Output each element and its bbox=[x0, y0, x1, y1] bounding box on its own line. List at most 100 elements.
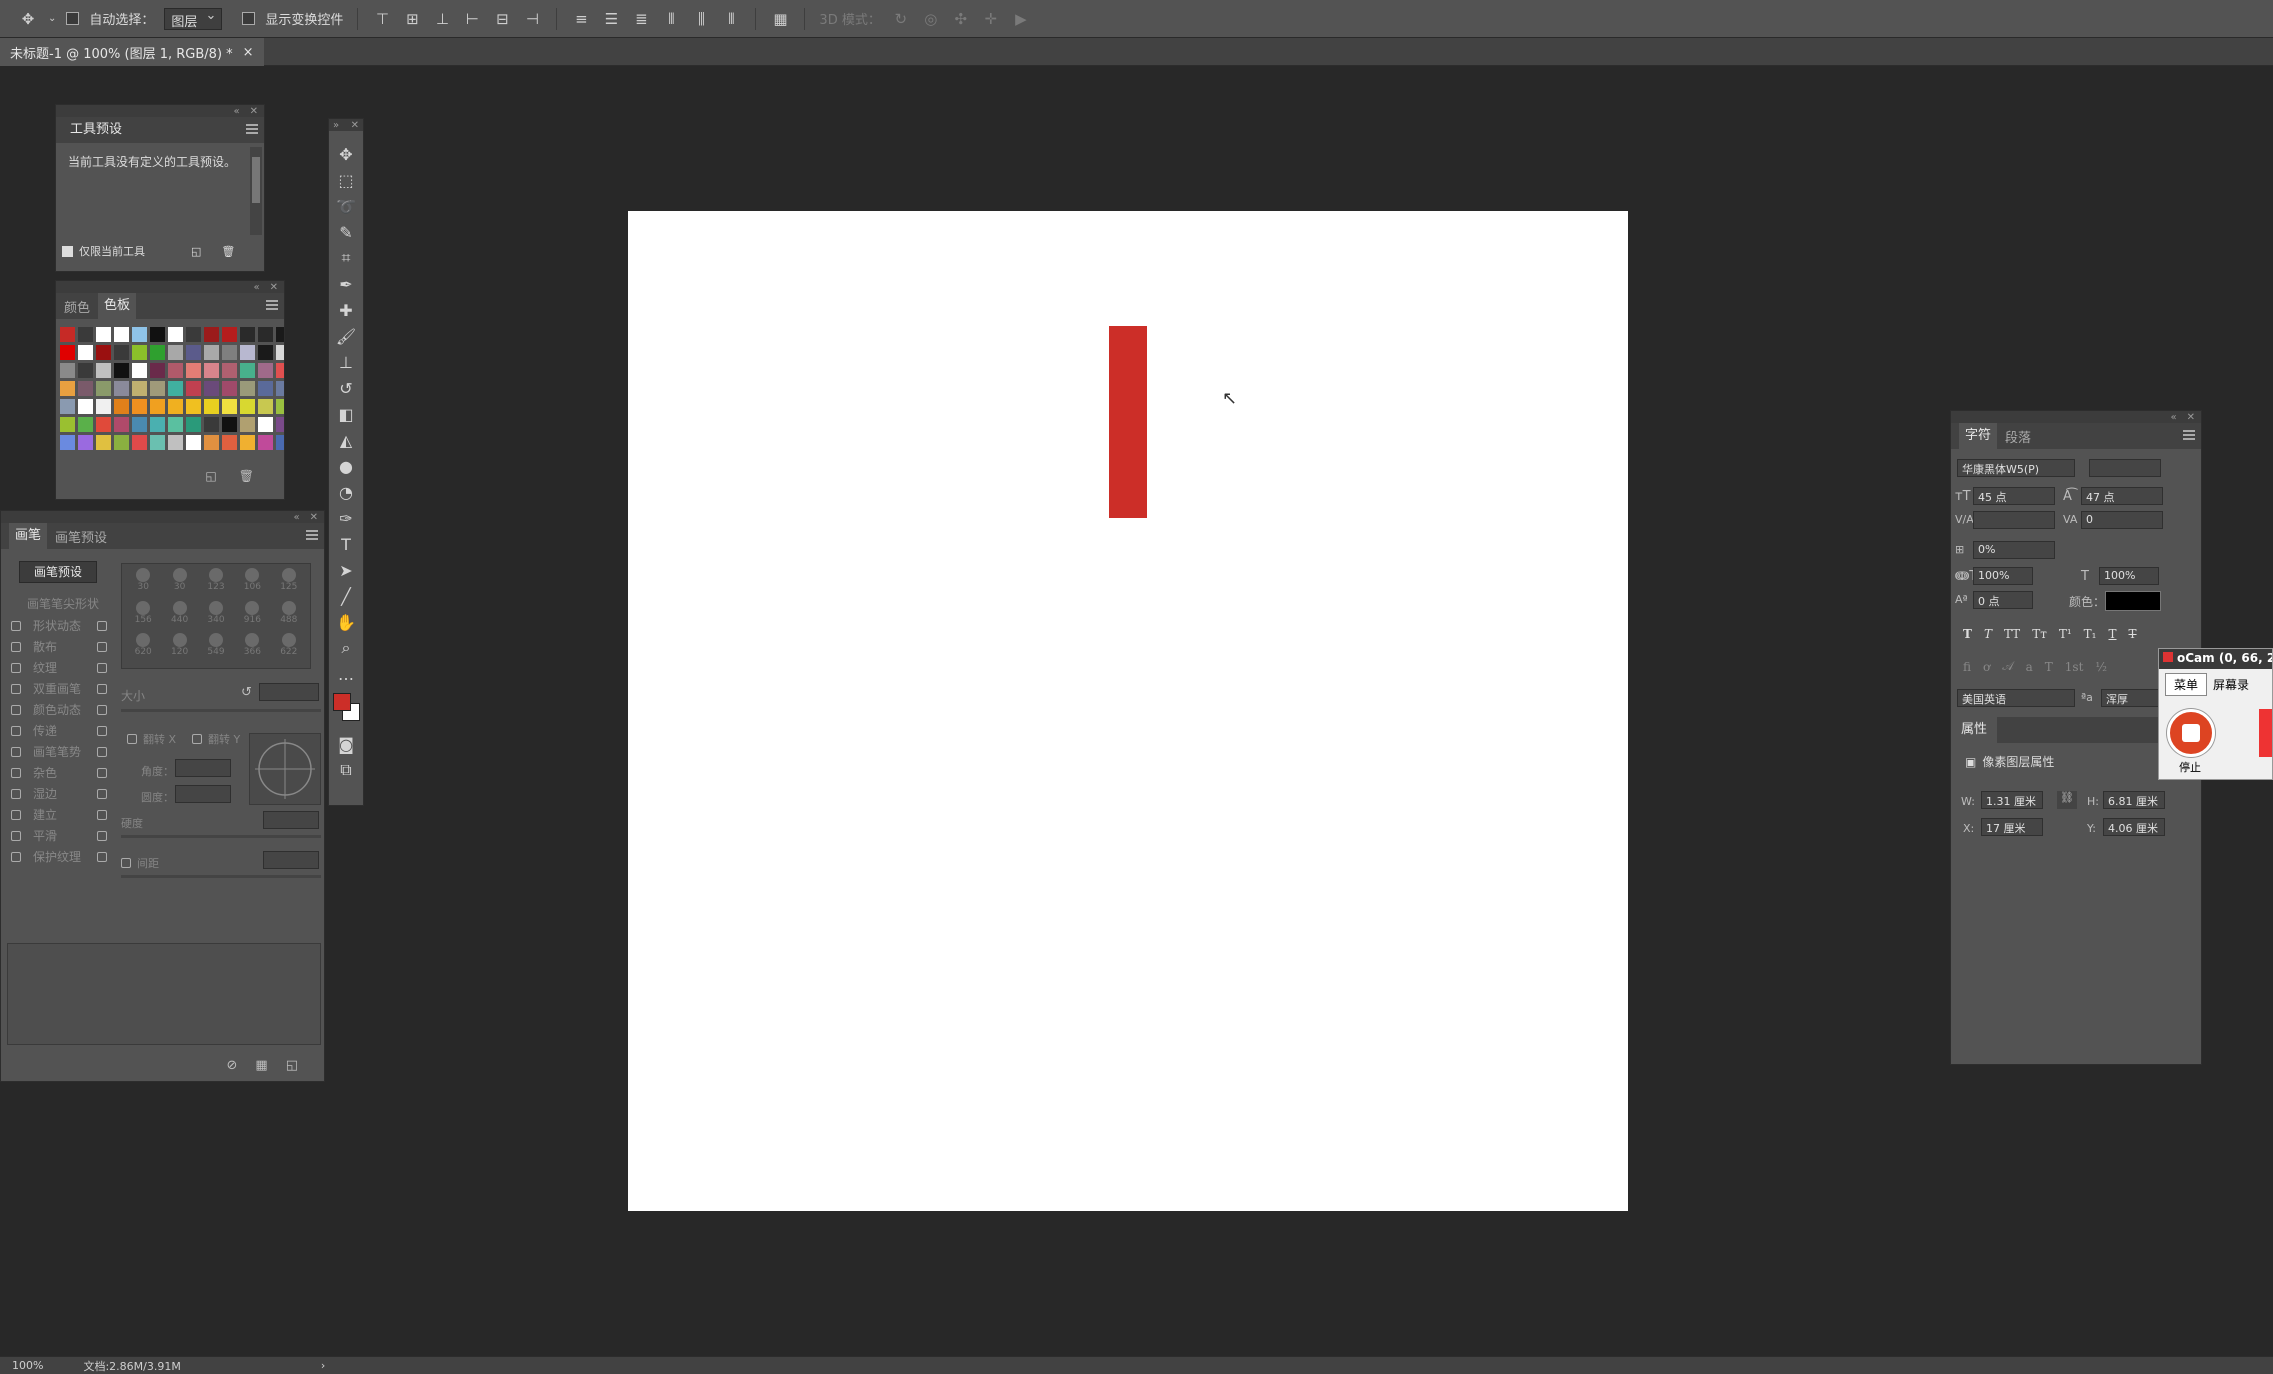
swatch[interactable] bbox=[78, 399, 93, 414]
brush-tip[interactable]: 30 bbox=[162, 568, 196, 599]
swatch[interactable] bbox=[168, 435, 183, 450]
swatch[interactable] bbox=[240, 399, 255, 414]
swatch[interactable] bbox=[258, 381, 273, 396]
brush-option-checkbox[interactable] bbox=[11, 746, 21, 757]
panel-menu-icon[interactable] bbox=[2183, 430, 2195, 440]
crop-tool-icon[interactable]: ⌗ bbox=[329, 245, 363, 271]
swatch[interactable] bbox=[114, 381, 129, 396]
spacing-input[interactable] bbox=[263, 851, 319, 869]
swatch[interactable] bbox=[276, 435, 284, 450]
swatch[interactable] bbox=[186, 435, 201, 450]
trash-icon[interactable]: 🗑 bbox=[221, 245, 235, 258]
hardness-slider[interactable] bbox=[121, 835, 321, 838]
swatch[interactable] bbox=[132, 435, 147, 450]
titling-icon[interactable]: T bbox=[2045, 660, 2053, 674]
swatch[interactable] bbox=[78, 345, 93, 360]
x-input[interactable]: 17 厘米 bbox=[1981, 818, 2043, 836]
show-transform-checkbox[interactable] bbox=[242, 12, 256, 25]
swatch[interactable] bbox=[78, 327, 93, 342]
swatch[interactable] bbox=[276, 363, 284, 378]
tab-color[interactable]: 颜色 bbox=[64, 297, 90, 316]
collapse-icon[interactable]: » bbox=[333, 120, 339, 131]
distribute-left-icon[interactable]: ⫴ bbox=[661, 9, 681, 29]
swatch[interactable] bbox=[204, 381, 219, 396]
grid-icon[interactable]: ▦ bbox=[255, 1058, 267, 1073]
zoom-level[interactable]: 100% bbox=[12, 1359, 43, 1372]
path-select-icon[interactable]: ➤ bbox=[329, 557, 363, 583]
swatch[interactable] bbox=[114, 417, 129, 432]
3d-slide-icon[interactable]: ✛ bbox=[981, 9, 1001, 29]
lock-icon[interactable] bbox=[97, 809, 107, 820]
swatch[interactable] bbox=[60, 327, 75, 342]
swatch[interactable] bbox=[168, 345, 183, 360]
panel-menu-icon[interactable] bbox=[306, 530, 318, 540]
tab-swatches[interactable]: 色板 bbox=[98, 293, 137, 319]
swatch[interactable] bbox=[276, 327, 284, 342]
document-tab[interactable]: 未标题-1 @ 100% (图层 1, RGB/8) * × bbox=[0, 38, 264, 66]
distribute-right-icon[interactable]: ⦀ bbox=[721, 9, 741, 29]
paint-bucket-icon[interactable]: ◭ bbox=[329, 427, 363, 453]
swatch[interactable] bbox=[222, 327, 237, 342]
screen-mode-icon[interactable]: ⧉ bbox=[329, 757, 363, 783]
ordinals-icon[interactable]: 1st bbox=[2065, 660, 2084, 674]
swatch[interactable] bbox=[78, 417, 93, 432]
close-icon[interactable]: ✕ bbox=[2187, 412, 2195, 423]
alt-ligature-icon[interactable]: ơ bbox=[1983, 660, 1990, 674]
brush-tip[interactable]: 125 bbox=[272, 568, 306, 599]
pen-tool-icon[interactable]: ✑ bbox=[329, 505, 363, 531]
link-icon[interactable]: ⛓ bbox=[2057, 791, 2077, 809]
angle-input[interactable] bbox=[175, 759, 231, 777]
brush-tip[interactable]: 106 bbox=[235, 568, 269, 599]
brush-option[interactable]: 杂色 bbox=[11, 762, 107, 783]
3d-rotate-icon[interactable]: ↻ bbox=[891, 9, 911, 29]
type-tool-icon[interactable]: T bbox=[329, 531, 363, 557]
collapse-icon[interactable]: « bbox=[293, 512, 299, 523]
brush-tip[interactable]: 30 bbox=[126, 568, 160, 599]
3d-scale-icon[interactable]: ▶ bbox=[1011, 9, 1031, 29]
reset-icon[interactable]: ↺ bbox=[241, 685, 252, 700]
lasso-tool-icon[interactable]: ➰ bbox=[329, 193, 363, 219]
swatch[interactable] bbox=[186, 399, 201, 414]
superscript-icon[interactable]: T¹ bbox=[2059, 627, 2072, 641]
align-right-icon[interactable]: ⊣ bbox=[522, 9, 542, 29]
size-input[interactable] bbox=[259, 683, 319, 701]
brush-angle-preview[interactable] bbox=[249, 733, 321, 805]
swatch[interactable] bbox=[168, 417, 183, 432]
vertical-scale-input[interactable]: 100% bbox=[1973, 567, 2033, 585]
lock-icon[interactable] bbox=[97, 767, 107, 778]
brush-option[interactable]: 形状动态 bbox=[11, 615, 107, 636]
faux-italic-icon[interactable]: T bbox=[1984, 627, 1992, 641]
ligature-icon[interactable]: ﬁ bbox=[1963, 660, 1971, 674]
brush-tip[interactable]: 123 bbox=[199, 568, 233, 599]
brush-tip[interactable]: 440 bbox=[162, 600, 196, 632]
brush-option[interactable]: 保护纹理 bbox=[11, 846, 107, 867]
swatch[interactable] bbox=[96, 399, 111, 414]
brush-option-checkbox[interactable] bbox=[11, 830, 21, 841]
brush-tip[interactable]: 549 bbox=[199, 633, 233, 664]
hardness-input[interactable] bbox=[263, 811, 319, 829]
swatch[interactable] bbox=[150, 381, 165, 396]
blur-tool-icon[interactable]: ● bbox=[329, 453, 363, 479]
swatch[interactable] bbox=[132, 399, 147, 414]
3d-roll-icon[interactable]: ◎ bbox=[921, 9, 941, 29]
underline-icon[interactable]: T bbox=[2109, 627, 2117, 641]
stylistic-alt-icon[interactable]: a bbox=[2026, 660, 2033, 674]
hand-tool-icon[interactable]: ✋ bbox=[329, 609, 363, 635]
swatch[interactable] bbox=[114, 345, 129, 360]
kerning-input[interactable] bbox=[1973, 511, 2055, 529]
new-brush-icon[interactable]: ◱ bbox=[286, 1058, 298, 1073]
new-preset-icon[interactable]: ◱ bbox=[191, 245, 201, 258]
brush-option-checkbox[interactable] bbox=[11, 620, 21, 631]
lock-icon[interactable] bbox=[97, 746, 107, 757]
scrollbar[interactable] bbox=[250, 147, 262, 235]
brush-tip[interactable]: 340 bbox=[199, 600, 233, 632]
spacing-slider[interactable] bbox=[121, 875, 321, 878]
tsume-input[interactable]: 0% bbox=[1973, 541, 2055, 559]
tracking-input[interactable]: 0 bbox=[2081, 511, 2163, 529]
swatch[interactable] bbox=[186, 381, 201, 396]
swatch[interactable] bbox=[258, 345, 273, 360]
fractions-icon[interactable]: ½ bbox=[2095, 660, 2107, 674]
new-swatch-icon[interactable]: ◱ bbox=[205, 469, 216, 483]
swatch[interactable] bbox=[186, 327, 201, 342]
swatch[interactable] bbox=[258, 435, 273, 450]
